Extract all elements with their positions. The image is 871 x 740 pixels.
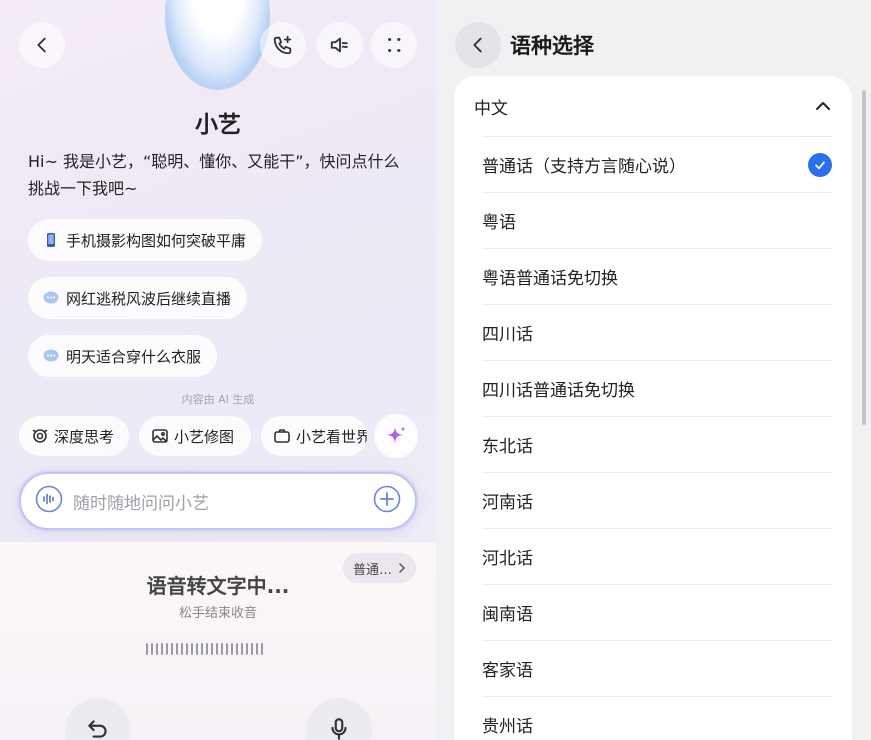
undo-icon: [88, 720, 107, 738]
back-button[interactable]: [19, 22, 65, 68]
listening-title: 语音转文字中...: [146, 574, 290, 598]
waveform-bar: [176, 643, 178, 655]
phone-icon: [42, 231, 60, 249]
language-label: 河南话: [482, 493, 533, 513]
language-label: 四川话普通话免切换: [482, 381, 635, 401]
waveform-bar: [146, 643, 148, 655]
waveform-bar: [201, 643, 203, 655]
waveform-bar: [231, 643, 233, 655]
image-edit-button[interactable]: 小艺修图: [139, 416, 251, 456]
language-list-card: 中文 普通话（支持方言随心说） 粤语粤语普通话免切换 四川话四川话普通话免切换 东北话…: [454, 76, 852, 740]
language-selection-panel: 语种选择 中文 普通话（支持方言随心说） 粤语粤语普通话免切换 四川话四川话普通话免…: [436, 0, 871, 740]
assistant-name: 小艺: [195, 112, 241, 138]
waveform-bar: [191, 643, 193, 655]
language-label: 东北话: [482, 437, 533, 457]
waveform-bar: [236, 643, 238, 655]
waveform-bar: [226, 643, 228, 655]
tool-label: 小艺看世界: [296, 427, 367, 446]
voice-wave-icon[interactable]: [35, 485, 63, 517]
waveform-bar: [216, 643, 218, 655]
more-button[interactable]: [371, 22, 417, 68]
suggestion-text: 手机摄影构图如何突破平庸: [66, 231, 247, 250]
camera-world-button[interactable]: 小艺看世界: [261, 416, 367, 456]
audio-waveform: [146, 643, 263, 657]
language-label: 粤语普通话免切换: [482, 269, 618, 289]
waveform-bar: [151, 643, 153, 655]
checkmark-icon: [808, 152, 832, 177]
waveform-bar: [171, 643, 173, 655]
language-option[interactable]: 河北话: [482, 528, 832, 584]
chevron-left-icon: [473, 37, 482, 53]
language-label: 河北话: [482, 549, 533, 569]
suggestion-chip[interactable]: 手机摄影构图如何突破平庸: [28, 219, 263, 261]
back-button[interactable]: [455, 22, 501, 68]
ai-generated-note: 内容由 AI 生成: [181, 393, 255, 406]
greeting-text: Hi~ 我是小艺，“聪明、懂你、又能干”，快问点什么挑战一下我吧~: [28, 152, 400, 198]
sparkle-icon: [387, 426, 406, 443]
language-option[interactable]: 贵州话: [482, 696, 832, 740]
chat-input[interactable]: 随时随地问问小艺: [19, 472, 417, 530]
language-label: 四川话: [482, 325, 533, 345]
language-label: 客家语: [482, 661, 533, 681]
deep-think-button[interactable]: 深度思考: [19, 416, 129, 456]
waveform-bar: [196, 643, 198, 655]
tool-label: 深度思考: [54, 427, 115, 446]
add-icon[interactable]: [373, 485, 401, 517]
suggestion-text: 网红逃税风波后继续直播: [66, 289, 232, 308]
microphone-icon: [331, 718, 347, 740]
waveform-bar: [256, 643, 258, 655]
language-option[interactable]: 四川话普通话免切换: [482, 360, 832, 416]
chevron-left-icon: [37, 37, 46, 53]
language-option[interactable]: 客家语: [482, 640, 832, 696]
waveform-bar: [221, 643, 223, 655]
suggestion-text: 明天适合穿什么衣服: [66, 347, 202, 366]
language-label: 贵州话: [482, 717, 533, 737]
waveform-bar: [206, 643, 208, 655]
language-option[interactable]: 粤语: [482, 192, 832, 248]
language-option[interactable]: 普通话（支持方言随心说）: [482, 136, 832, 192]
speaker-button[interactable]: [317, 22, 363, 68]
language-option[interactable]: 四川话: [482, 304, 832, 360]
chevron-up-icon: [816, 102, 830, 110]
waveform-bar: [261, 643, 263, 655]
assistant-orb-avatar: [165, 0, 270, 90]
waveform-bar: [166, 643, 168, 655]
tool-label: 小艺修图: [174, 427, 235, 446]
waveform-bar: [181, 643, 183, 655]
waveform-bar: [211, 643, 213, 655]
more-tools-button[interactable]: [374, 414, 418, 458]
deep-think-icon: [32, 429, 48, 443]
suggestion-chip[interactable]: 网红逃税风波后继续直播: [28, 277, 248, 319]
page-title: 语种选择: [510, 34, 594, 58]
language-option[interactable]: 粤语普通话免切换: [482, 248, 832, 304]
assistant-chat-panel: 小艺 Hi~ 我是小艺，“聪明、懂你、又能干”，快问点什么挑战一下我吧~ 手机摄…: [0, 0, 436, 740]
chat-bubble-icon: [42, 289, 60, 307]
camera-icon: [274, 429, 290, 443]
language-option[interactable]: 河南话: [482, 472, 832, 528]
chat-bubble-icon: [42, 347, 60, 365]
input-placeholder: 随时随地问问小艺: [73, 493, 209, 514]
phone-sparkle-icon: [273, 35, 292, 55]
language-label: 闽南语: [482, 605, 533, 625]
section-header-chinese[interactable]: 中文: [474, 76, 832, 136]
four-dots-icon: [388, 38, 401, 52]
section-title: 中文: [474, 98, 508, 119]
suggestion-chip[interactable]: 明天适合穿什么衣服: [28, 335, 218, 377]
language-label: 普通话（支持方言随心说）: [482, 157, 686, 177]
scrollbar[interactable]: [862, 90, 866, 425]
waveform-bar: [251, 643, 253, 655]
language-option[interactable]: 东北话: [482, 416, 832, 472]
waveform-bar: [156, 643, 158, 655]
speaker-icon: [330, 37, 348, 53]
image-edit-icon: [152, 429, 168, 443]
waveform-bar: [246, 643, 248, 655]
waveform-bar: [241, 643, 243, 655]
language-label: 粤语: [482, 213, 516, 233]
listening-subtitle: 松手结束收音: [178, 606, 257, 621]
waveform-bar: [186, 643, 188, 655]
voice-call-button[interactable]: [260, 22, 306, 68]
waveform-bar: [161, 643, 163, 655]
language-option[interactable]: 闽南语: [482, 584, 832, 640]
